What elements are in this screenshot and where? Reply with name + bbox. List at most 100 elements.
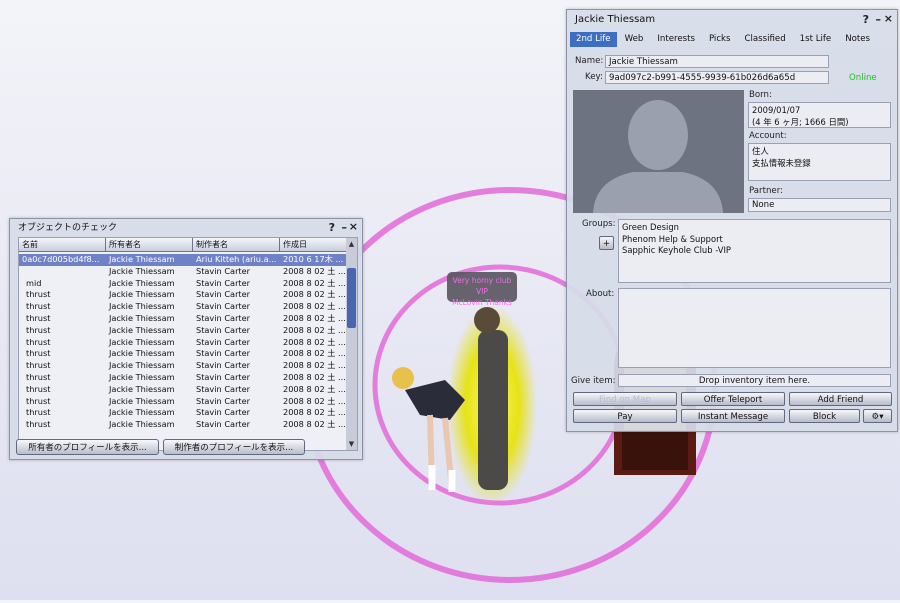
- cell-owner: Jackie Thiessam: [109, 336, 175, 347]
- minimize-icon[interactable]: –: [876, 13, 882, 26]
- tag-line-2: McLovin Thanks: [452, 298, 512, 307]
- account-type: 住人: [752, 146, 769, 156]
- table-row[interactable]: thrust Jackie Thiessam Stavin Carter 2008 8…: [19, 360, 349, 372]
- table-row[interactable]: thrust Jackie Thiessam Stavin Carter 2008 8…: [19, 348, 349, 360]
- table-row[interactable]: thrust Jackie Thiessam Stavin Carter 2008 8…: [19, 384, 349, 396]
- cell-owner: Jackie Thiessam: [109, 360, 175, 371]
- cell-created: 2008 8 02 土 ...: [283, 277, 346, 288]
- close-icon[interactable]: ×: [349, 220, 358, 233]
- cell-name: thrust: [26, 289, 51, 300]
- born-field: 2009/01/07 (4 年 6 ヶ月; 1666 日間): [748, 102, 891, 128]
- cell-name: thrust: [26, 419, 51, 430]
- avatar-head: [474, 307, 500, 333]
- show-owner-profile-button[interactable]: 所有者のプロフィールを表示...: [16, 439, 159, 455]
- column-header-created[interactable]: 作成日: [280, 238, 349, 252]
- groups-label: Groups:: [582, 219, 616, 229]
- table-row[interactable]: thrust Jackie Thiessam Stavin Carter 2008 8…: [19, 419, 349, 431]
- cell-created: 2008 8 02 土 ...: [283, 336, 346, 347]
- cell-creator: Stavin Carter: [196, 336, 251, 347]
- table-row[interactable]: mid Jackie Thiessam Stavin Carter 2008 8 02…: [19, 278, 349, 290]
- group-item[interactable]: Sapphic Keyhole Club -VIP: [622, 245, 887, 257]
- tab-notes[interactable]: Notes: [839, 32, 876, 47]
- object-check-title: オブジェクトのチェック: [18, 223, 118, 233]
- cell-creator: Stavin Carter: [196, 289, 251, 300]
- cell-created: 2008 8 02 土 ...: [283, 301, 346, 312]
- cell-created: 2008 8 02 土 ...: [283, 348, 346, 359]
- instant-message-button[interactable]: Instant Message: [681, 409, 785, 423]
- minimize-icon[interactable]: –: [342, 221, 348, 234]
- name-field[interactable]: Jackie Thiessam: [605, 55, 829, 68]
- help-icon[interactable]: ?: [329, 221, 335, 234]
- object-check-window[interactable]: オブジェクトのチェック ? – × 名前 所有者名 制作者名 作成日 0a0c7…: [9, 218, 363, 460]
- profile-window[interactable]: Jackie Thiessam ? – × 2nd Life Web Inter…: [566, 9, 898, 432]
- cell-name: thrust: [26, 395, 51, 406]
- give-item-drop-target[interactable]: Drop inventory item here.: [618, 374, 891, 387]
- table-row[interactable]: Jackie Thiessam Stavin Carter 2008 8 02 土 …: [19, 266, 349, 278]
- cell-owner: Jackie Thiessam: [109, 254, 175, 264]
- cell-owner: Jackie Thiessam: [109, 383, 175, 394]
- cell-created: 2008 8 02 土 ...: [283, 324, 346, 335]
- born-date: 2009/01/07: [752, 105, 801, 115]
- cell-creator: Ariu Kitteh (ariu.a...: [196, 254, 277, 264]
- column-header-name[interactable]: 名前: [19, 238, 106, 252]
- table-row[interactable]: thrust Jackie Thiessam Stavin Carter 2008 8…: [19, 396, 349, 408]
- group-item[interactable]: Phenom Help & Support: [622, 234, 887, 246]
- tab-1st-life[interactable]: 1st Life: [794, 32, 838, 47]
- table-header: 名前 所有者名 制作者名 作成日: [19, 238, 349, 252]
- table-row[interactable]: thrust Jackie Thiessam Stavin Carter 2008 8…: [19, 407, 349, 419]
- table-row[interactable]: thrust Jackie Thiessam Stavin Carter 2008 8…: [19, 301, 349, 313]
- cell-owner: Jackie Thiessam: [109, 407, 175, 418]
- table-scrollbar[interactable]: ▲ ▼: [346, 238, 357, 450]
- column-header-owner[interactable]: 所有者名: [106, 238, 193, 252]
- block-button[interactable]: Block: [789, 409, 860, 423]
- cell-name: thrust: [26, 360, 51, 371]
- about-text[interactable]: [618, 288, 891, 368]
- close-icon[interactable]: ×: [884, 12, 893, 25]
- give-item-label: Give item:: [571, 376, 616, 386]
- table-row[interactable]: 0a0c7d005bd4f8... Jackie Thiessam Ariu Kit…: [19, 254, 349, 266]
- born-age: (4 年 6 ヶ月; 1666 日間): [752, 116, 849, 127]
- cell-creator: Stavin Carter: [196, 407, 251, 418]
- table-row[interactable]: thrust Jackie Thiessam Stavin Carter 2008 8…: [19, 289, 349, 301]
- groups-list[interactable]: Green Design Phenom Help & Support Sapph…: [618, 219, 891, 283]
- cell-name: thrust: [26, 371, 51, 382]
- tab-interests[interactable]: Interests: [651, 32, 701, 47]
- name-label: Name:: [575, 56, 604, 66]
- cell-created: 2008 8 02 土 ...: [283, 265, 346, 276]
- object-table[interactable]: 名前 所有者名 制作者名 作成日 0a0c7d005bd4f8... Jackie…: [18, 237, 358, 451]
- cell-name: thrust: [26, 383, 51, 394]
- tag-line-1: Very horny club VIP: [452, 276, 512, 296]
- tab-classified[interactable]: Classified: [739, 32, 792, 47]
- tab-web[interactable]: Web: [619, 32, 650, 47]
- pay-button[interactable]: Pay: [573, 409, 677, 423]
- cell-owner: Jackie Thiessam: [109, 312, 175, 323]
- table-row[interactable]: thrust Jackie Thiessam Stavin Carter 2008 8…: [19, 372, 349, 384]
- gear-icon[interactable]: ⚙▾: [863, 409, 892, 423]
- cell-name: thrust: [26, 407, 51, 418]
- tab-picks[interactable]: Picks: [703, 32, 737, 47]
- key-field[interactable]: 9ad097c2-b991-4555-9939-61b026d6a65d: [605, 71, 829, 84]
- cell-owner: Jackie Thiessam: [109, 301, 175, 312]
- table-row[interactable]: thrust Jackie Thiessam Stavin Carter 2008 8…: [19, 325, 349, 337]
- find-on-map-button[interactable]: Find on Map: [573, 392, 677, 406]
- cell-creator: Stavin Carter: [196, 371, 251, 382]
- cell-owner: Jackie Thiessam: [109, 324, 175, 335]
- scrollbar-thumb[interactable]: [347, 268, 356, 328]
- table-row[interactable]: thrust Jackie Thiessam Stavin Carter 2008 8…: [19, 313, 349, 325]
- column-header-creator[interactable]: 制作者名: [193, 238, 280, 252]
- add-friend-button[interactable]: Add Friend: [789, 392, 892, 406]
- add-group-button[interactable]: +: [599, 236, 614, 250]
- table-row[interactable]: thrust Jackie Thiessam Stavin Carter 2008 8…: [19, 337, 349, 349]
- scroll-down-icon[interactable]: ▼: [346, 439, 357, 449]
- cell-name: thrust: [26, 312, 51, 323]
- offer-teleport-button[interactable]: Offer Teleport: [681, 392, 785, 406]
- show-creator-profile-button[interactable]: 制作者のプロフィールを表示...: [163, 439, 305, 455]
- profile-picture[interactable]: [573, 90, 744, 213]
- profile-tabs: 2nd Life Web Interests Picks Classified …: [570, 32, 878, 47]
- cell-created: 2008 8 02 土 ...: [283, 419, 346, 430]
- group-item[interactable]: Green Design: [622, 222, 887, 234]
- scroll-up-icon[interactable]: ▲: [346, 239, 357, 249]
- cell-creator: Stavin Carter: [196, 277, 251, 288]
- help-icon[interactable]: ?: [863, 13, 869, 26]
- tab-2nd-life[interactable]: 2nd Life: [570, 32, 617, 47]
